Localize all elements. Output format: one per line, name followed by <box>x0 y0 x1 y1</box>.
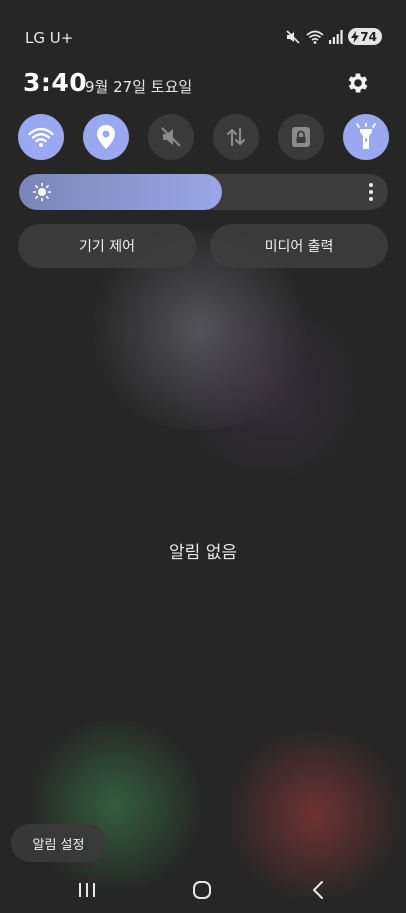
quick-settings-row <box>18 114 390 160</box>
media-output-button[interactable]: 미디어 출력 <box>210 224 388 268</box>
sun-icon <box>32 182 52 206</box>
data-transfer-icon <box>226 127 246 147</box>
back-icon <box>313 881 323 899</box>
recent-apps-icon <box>79 883 95 897</box>
carrier-name: LG U+ <box>25 29 74 47</box>
wifi-icon <box>28 127 54 147</box>
notification-settings-button[interactable]: 알림 설정 <box>11 824 106 862</box>
gear-icon <box>348 73 368 93</box>
clock-time: 3:40 <box>23 68 88 97</box>
secure-folder-toggle[interactable] <box>278 114 324 160</box>
navigation-bar <box>0 868 406 913</box>
battery-indicator: 74 <box>348 28 382 45</box>
recent-apps-button[interactable] <box>67 876 107 904</box>
status-icons: 74 <box>285 28 382 45</box>
wifi-icon <box>306 29 324 45</box>
mobile-data-toggle[interactable] <box>213 114 259 160</box>
flashlight-icon <box>356 123 376 149</box>
location-toggle[interactable] <box>83 114 129 160</box>
mute-icon <box>285 29 301 45</box>
settings-button[interactable] <box>345 70 371 96</box>
device-control-button[interactable]: 기기 제어 <box>18 224 196 268</box>
flashlight-toggle[interactable] <box>343 114 389 160</box>
date-text: 9월 27일 토요일 <box>85 78 193 96</box>
home-icon <box>193 881 211 899</box>
signal-icon <box>329 29 343 44</box>
wifi-toggle[interactable] <box>18 114 64 160</box>
more-vertical-icon[interactable] <box>368 182 374 206</box>
battery-charging-icon <box>351 30 360 43</box>
sound-toggle[interactable] <box>148 114 194 160</box>
battery-level: 74 <box>360 29 377 44</box>
status-bar: LG U+ 74 <box>0 0 406 60</box>
brightness-slider[interactable] <box>19 174 388 210</box>
location-icon <box>97 125 115 149</box>
lock-icon <box>292 127 310 147</box>
home-button[interactable] <box>182 876 222 904</box>
no-notifications-text: 알림 없음 <box>169 543 237 563</box>
mute-icon <box>161 127 181 147</box>
back-button[interactable] <box>298 876 338 904</box>
